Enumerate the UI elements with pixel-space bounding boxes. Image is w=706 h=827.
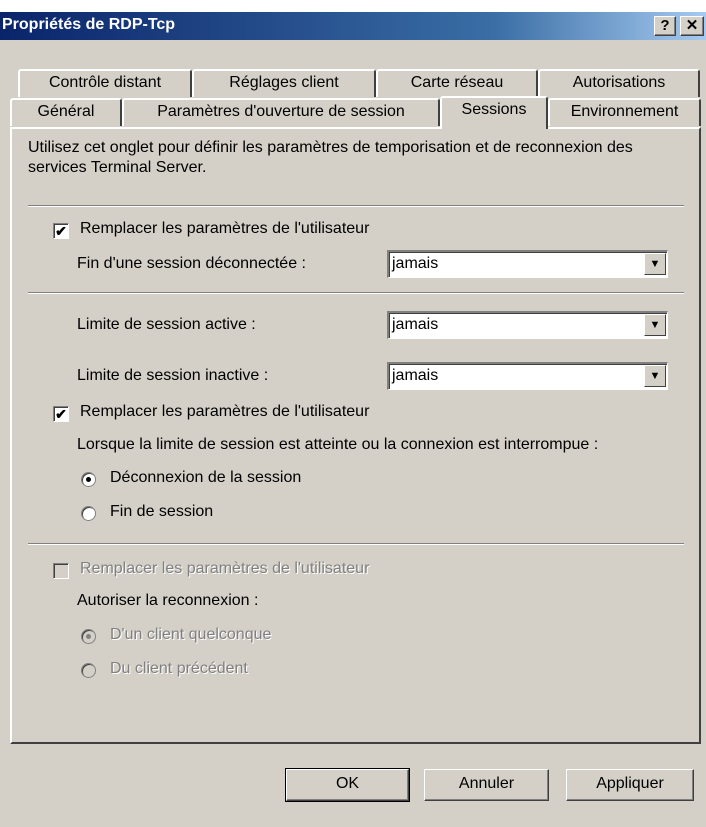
tab-general[interactable]: Général bbox=[10, 98, 122, 126]
description-text: Utilisez cet onglet pour définir les par… bbox=[28, 139, 633, 176]
tab-parametres-ouverture-session[interactable]: Paramètres d'ouverture de session bbox=[122, 98, 440, 126]
properties-dialog: Propriétés de RDP-Tcp ? ✕ Contrôle dista… bbox=[0, 12, 706, 827]
tab-environnement[interactable]: Environnement bbox=[548, 98, 701, 126]
active-session-limit-value: jamais bbox=[392, 316, 439, 333]
disconnected-session-value: jamais bbox=[392, 255, 439, 272]
override-user-settings-checkbox-2[interactable]: ✔ bbox=[53, 406, 69, 422]
reconnect-label: Autoriser la reconnexion : bbox=[77, 592, 259, 609]
radio-any-client-label: D'un client quelconque bbox=[110, 626, 272, 643]
override-user-settings-label-2: Remplacer les paramètres de l'utilisateu… bbox=[80, 403, 370, 420]
override-user-settings-checkbox-1[interactable]: ✔ bbox=[53, 223, 69, 239]
active-session-limit-combo[interactable]: jamais ▼ bbox=[387, 311, 668, 339]
limit-reached-label: Lorsque la limite de session est atteint… bbox=[77, 436, 599, 453]
disconnected-session-combo[interactable]: jamais ▼ bbox=[387, 250, 668, 278]
close-button[interactable]: ✕ bbox=[680, 16, 704, 36]
help-button[interactable]: ? bbox=[654, 16, 676, 36]
radio-disconnect-session-label: Déconnexion de la session bbox=[110, 469, 302, 486]
separator bbox=[28, 292, 684, 294]
override-user-settings-label-1: Remplacer les paramètres de l'utilisateu… bbox=[80, 220, 370, 237]
chevron-down-icon[interactable]: ▼ bbox=[644, 314, 666, 336]
override-user-settings-label-3: Remplacer les paramètres de l'utilisateu… bbox=[80, 560, 370, 577]
radio-previous-client[interactable] bbox=[81, 663, 96, 678]
apply-button[interactable]: Appliquer bbox=[566, 769, 694, 801]
ok-button[interactable]: OK bbox=[285, 768, 410, 802]
disconnected-session-label: Fin d'une session déconnectée : bbox=[77, 255, 306, 272]
tab-carte-reseau[interactable]: Carte réseau bbox=[376, 69, 538, 97]
tab-reglages-client[interactable]: Réglages client bbox=[192, 69, 376, 97]
radio-previous-client-label: Du client précédent bbox=[110, 660, 248, 677]
window-title: Propriétés de RDP-Tcp bbox=[2, 16, 176, 33]
sessions-panel: Utilisez cet onglet pour définir les par… bbox=[10, 127, 701, 744]
override-user-settings-checkbox-3[interactable] bbox=[53, 563, 69, 579]
chevron-down-icon[interactable]: ▼ bbox=[644, 253, 666, 275]
chevron-down-icon[interactable]: ▼ bbox=[644, 365, 666, 387]
tab-autorisations[interactable]: Autorisations bbox=[538, 69, 700, 97]
separator bbox=[28, 205, 684, 207]
tab-controle-distant[interactable]: Contrôle distant bbox=[18, 69, 192, 97]
radio-any-client[interactable] bbox=[81, 629, 96, 644]
tab-sessions[interactable]: Sessions bbox=[440, 96, 548, 129]
title-bar[interactable]: Propriétés de RDP-Tcp ? ✕ bbox=[0, 12, 706, 40]
idle-session-limit-value: jamais bbox=[392, 367, 439, 384]
separator bbox=[28, 543, 684, 545]
cancel-button[interactable]: Annuler bbox=[424, 769, 549, 801]
radio-end-session-label: Fin de session bbox=[110, 503, 214, 520]
active-session-limit-label: Limite de session active : bbox=[77, 316, 256, 333]
idle-session-limit-combo[interactable]: jamais ▼ bbox=[387, 362, 668, 390]
idle-session-limit-label: Limite de session inactive : bbox=[77, 367, 269, 384]
radio-end-session[interactable] bbox=[81, 506, 96, 521]
radio-disconnect-session[interactable] bbox=[81, 472, 96, 487]
